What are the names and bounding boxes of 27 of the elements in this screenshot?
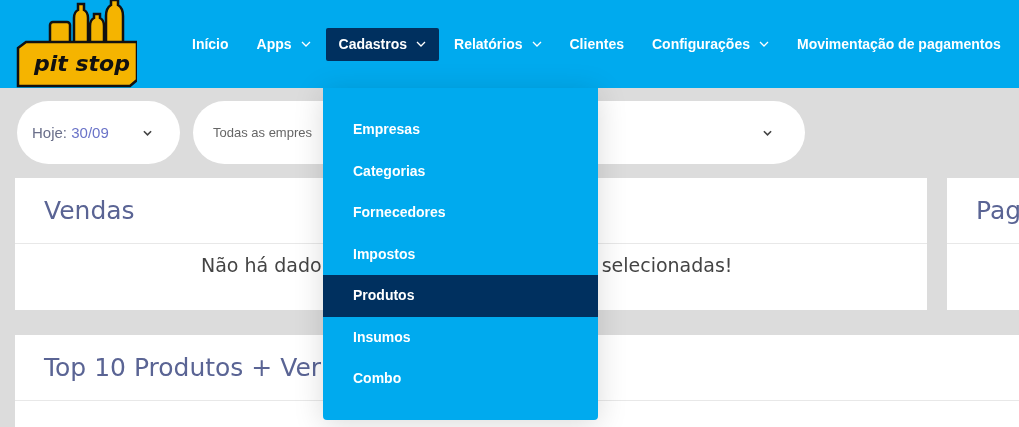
nav-item[interactable]: Relatórios	[441, 27, 555, 61]
card-title: Top 10 Produtos + Ver	[44, 353, 322, 382]
chevron-down-icon	[531, 41, 542, 47]
chevron-down-icon	[143, 129, 152, 136]
date-select[interactable]: Hoje: 30/09	[17, 101, 180, 164]
nav-item[interactable]: Apps	[243, 27, 324, 61]
menu-item[interactable]: Empresas	[323, 109, 598, 151]
logo-text: pit stop	[34, 51, 130, 76]
menu-item[interactable]: Produtos	[323, 275, 598, 317]
nav-item[interactable]: Clientes	[556, 27, 637, 61]
card-title: Pag	[976, 196, 1019, 225]
nav-item[interactable]: Início	[179, 27, 242, 61]
menu-item[interactable]: Impostos	[323, 233, 598, 275]
nav-item[interactable]: Movimentação de pagamentos	[784, 27, 1014, 61]
empty-message: Não há dado	[201, 254, 322, 276]
empty-message: selecionadas!	[601, 254, 733, 276]
menu-item[interactable]: Fornecedores	[323, 192, 598, 234]
card-title: Vendas	[44, 196, 135, 225]
chevron-down-icon	[300, 41, 311, 47]
chevron-down-icon	[763, 129, 772, 136]
chevron-down-icon	[416, 41, 427, 47]
menu-item[interactable]: Combo	[323, 358, 598, 400]
chevron-down-icon	[759, 41, 769, 47]
nav-item[interactable]: Cadastros	[325, 27, 440, 61]
nav-item[interactable]: Configurações	[638, 27, 782, 61]
menu-item[interactable]: Insumos	[323, 316, 598, 358]
menu-item[interactable]: Categorias	[323, 150, 598, 192]
